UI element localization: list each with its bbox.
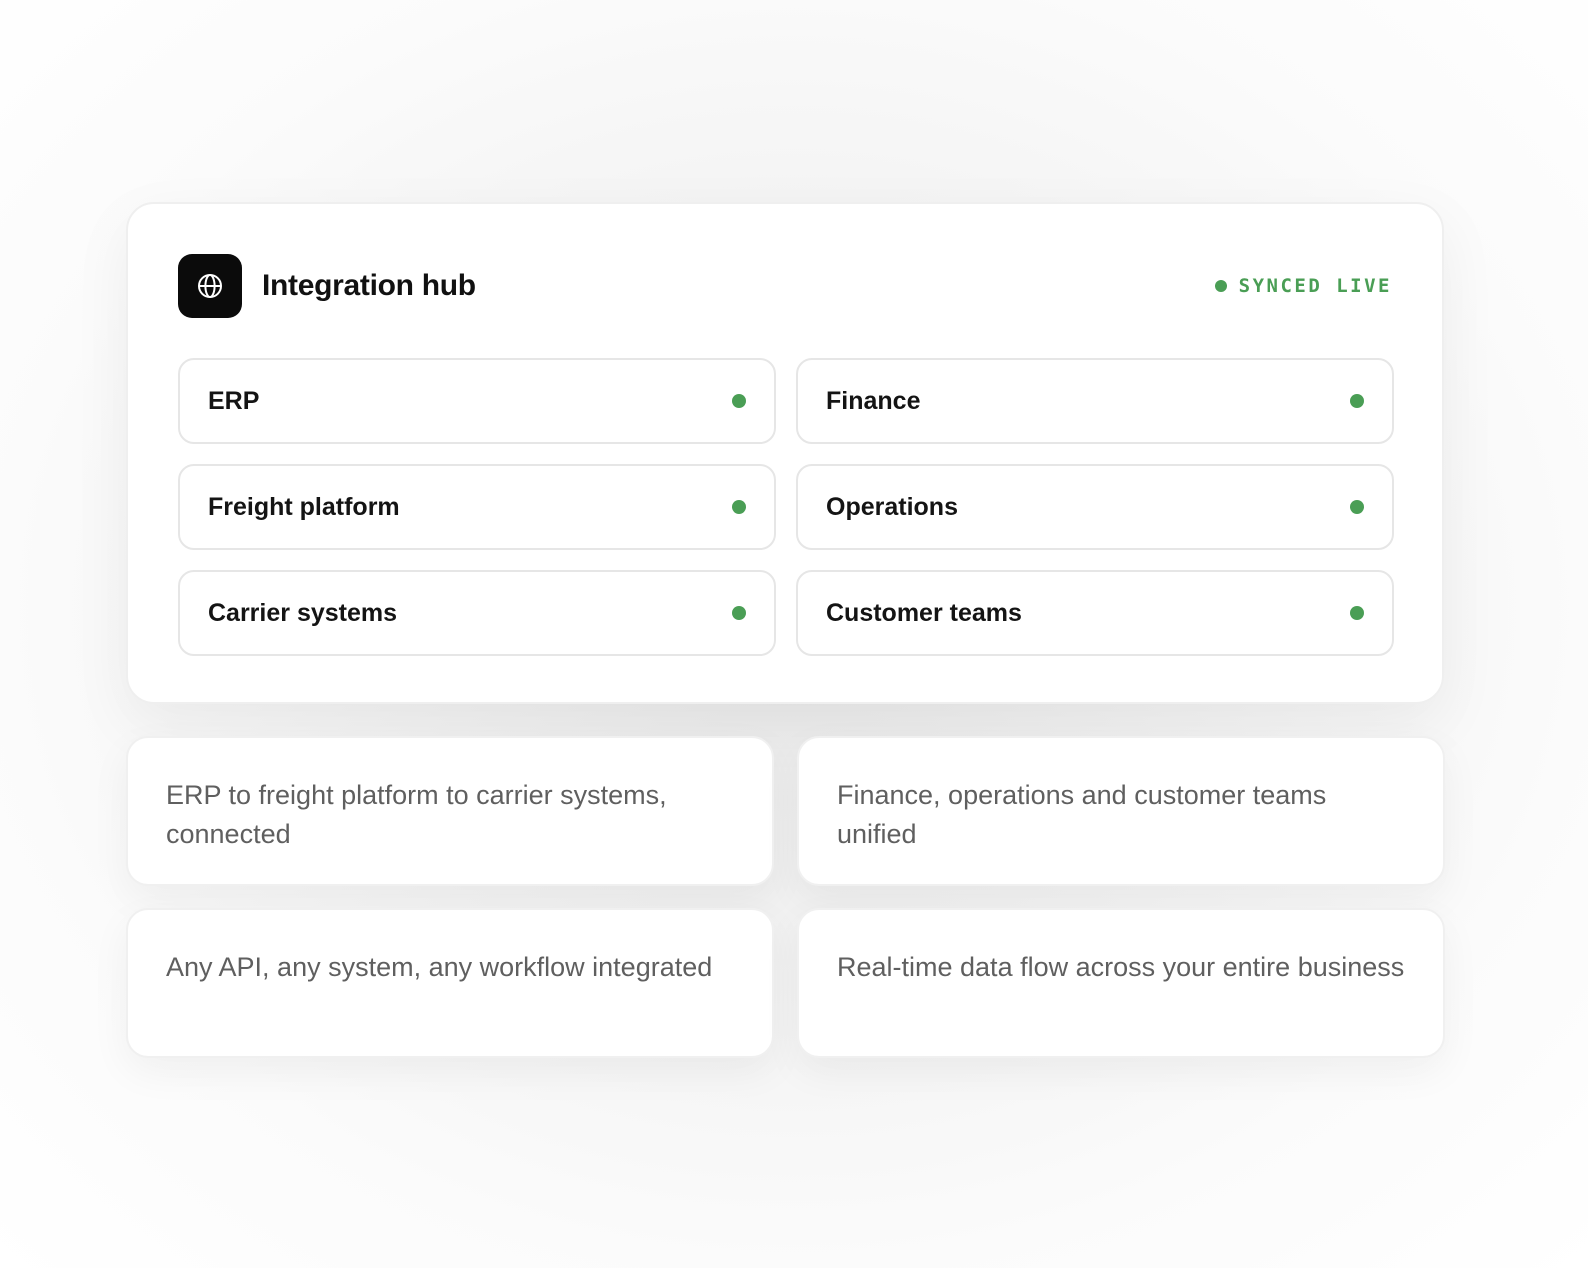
status-dot: [1350, 394, 1364, 408]
hub-icon-badge: [178, 254, 242, 318]
hub-header: Integration hub SYNCED LIVE: [178, 254, 1392, 318]
sync-status-label: SYNCED LIVE: [1238, 275, 1392, 297]
system-label: Finance: [826, 386, 921, 415]
hub-title: Integration hub: [262, 269, 476, 302]
system-item-carrier-systems[interactable]: Carrier systems: [178, 570, 776, 656]
feature-card-connected: ERP to freight platform to carrier syste…: [126, 736, 774, 886]
system-label: Operations: [826, 492, 958, 521]
system-label: ERP: [208, 386, 260, 415]
status-dot: [1350, 500, 1364, 514]
feature-text: ERP to freight platform to carrier syste…: [166, 780, 667, 849]
system-label: Carrier systems: [208, 598, 398, 627]
sync-status: SYNCED LIVE: [1214, 275, 1392, 297]
systems-grid: ERP Finance Freight platform Operations …: [178, 358, 1394, 656]
system-item-operations[interactable]: Operations: [796, 464, 1394, 550]
status-dot: [732, 394, 746, 408]
status-dot: [732, 500, 746, 514]
integration-hub-card: Integration hub SYNCED LIVE ERP Finance …: [126, 202, 1444, 704]
system-label: Customer teams: [826, 598, 1022, 627]
system-item-customer-teams[interactable]: Customer teams: [796, 570, 1394, 656]
system-item-freight-platform[interactable]: Freight platform: [178, 464, 776, 550]
feature-text: Finance, operations and customer teams u…: [837, 780, 1327, 849]
status-dot: [732, 606, 746, 620]
system-item-erp[interactable]: ERP: [178, 358, 776, 444]
globe-icon: [198, 274, 222, 298]
status-dot: [1350, 606, 1364, 620]
system-label: Freight platform: [208, 492, 400, 521]
feature-text: Real-time data flow across your entire b…: [837, 952, 1405, 982]
feature-card-realtime: Real-time data flow across your entire b…: [797, 908, 1445, 1058]
feature-text: Any API, any system, any workflow integr…: [166, 952, 713, 982]
sync-status-dot: [1214, 280, 1227, 292]
system-item-finance[interactable]: Finance: [796, 358, 1394, 444]
feature-card-unified: Finance, operations and customer teams u…: [797, 736, 1445, 886]
feature-card-integrated: Any API, any system, any workflow integr…: [126, 908, 774, 1058]
